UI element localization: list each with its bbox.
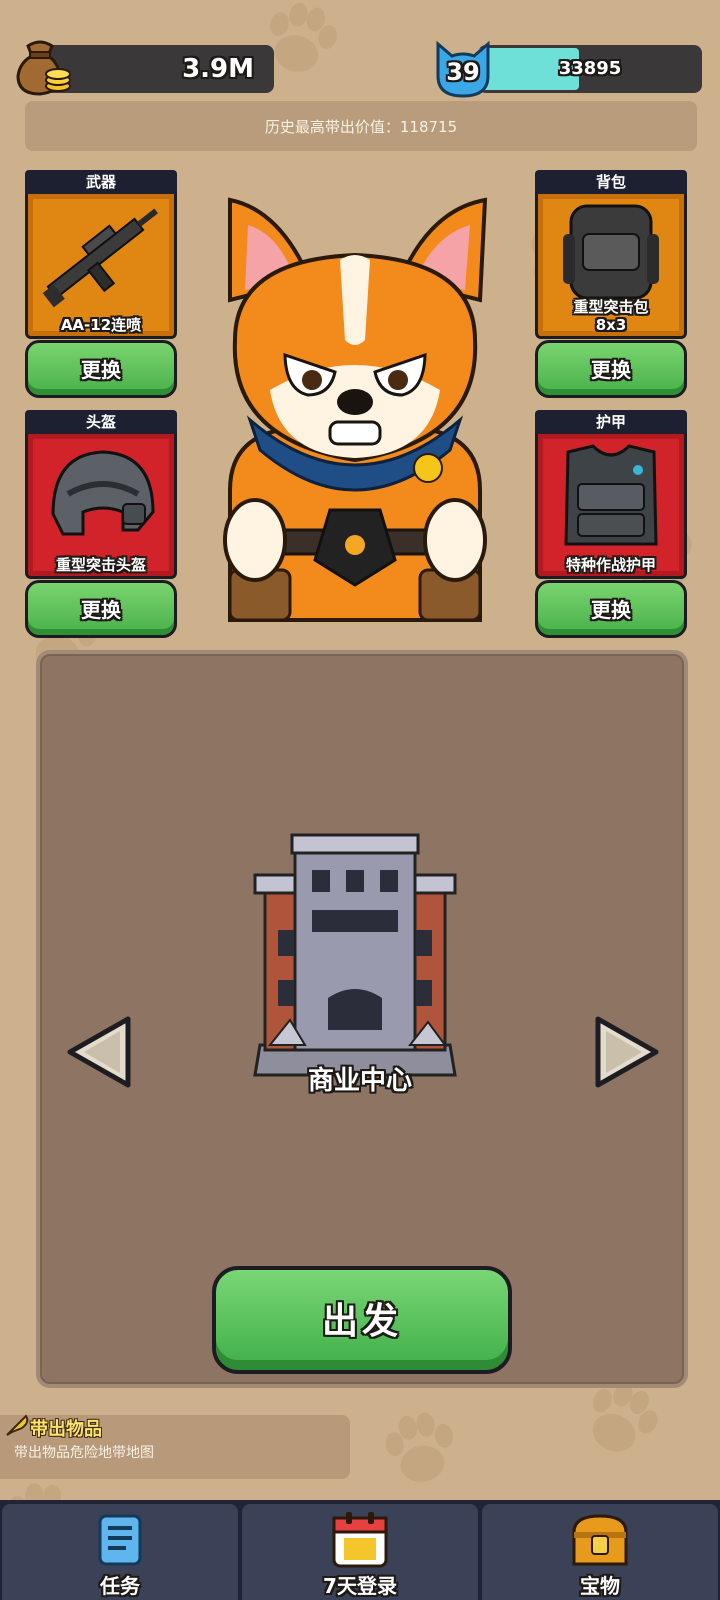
backpack-swap-label: 更换 [591, 358, 631, 382]
scroll-icon [98, 1514, 142, 1566]
coin-value: 3.9M [182, 54, 254, 84]
level-value: 39 [446, 58, 480, 86]
nav-label-treasure: 宝物 [580, 1574, 620, 1598]
weapon-slot-title: 武器 [25, 170, 177, 194]
commercial-center-building-icon[interactable] [250, 830, 460, 1080]
armor-vest-icon [564, 444, 658, 546]
best-record-text: 历史最高带出价值：118715 [264, 118, 458, 136]
previous-map-arrow-icon[interactable] [64, 1015, 134, 1089]
experience-value: 33895 [558, 58, 622, 79]
nav-label-7day-login: 7天登录 [323, 1574, 397, 1598]
weapon-item-name: AA-12连喷 [60, 316, 142, 334]
corgi-character [223, 197, 488, 622]
next-map-arrow-icon[interactable] [592, 1015, 662, 1089]
weapon-swap-button[interactable]: 更换 [25, 340, 177, 398]
nav-label-tasks: 任务 [100, 1574, 140, 1598]
backpack-item-card[interactable]: 重型突击包 8x3 [535, 194, 687, 339]
rifle-icon [42, 208, 159, 308]
armor-swap-button[interactable]: 更换 [535, 580, 687, 638]
armor-swap-label: 更换 [591, 598, 631, 622]
coin-bag-icon [16, 40, 71, 96]
helmet-swap-button[interactable]: 更换 [25, 580, 177, 638]
backpack-swap-button[interactable]: 更换 [535, 340, 687, 398]
depart-button[interactable]: 出发 [212, 1266, 512, 1374]
coin-balance-bar: 3.9M [40, 45, 274, 93]
carry-items-subtitle: 带出物品危险地带地图 [14, 1445, 154, 1461]
feather-icon [6, 1414, 29, 1436]
carry-items-title: 带出物品 [30, 1419, 102, 1440]
armor-item-name: 特种作战护甲 [565, 556, 656, 574]
treasure-chest-icon [572, 1514, 628, 1566]
backpack-slot-title: 背包 [535, 170, 687, 194]
helmet-swap-label: 更换 [81, 598, 121, 622]
bottom-navigation: 任务 7天登录 宝物 [0, 1500, 720, 1600]
armor-slot-title: 护甲 [535, 410, 687, 434]
depart-label: 出发 [321, 1301, 402, 1342]
helmet-slot-title: 头盔 [25, 410, 177, 434]
helmet-item-card[interactable]: 重型突击头盔 [25, 434, 177, 579]
experience-bar: 33895 [478, 45, 702, 93]
weapon-item-card[interactable]: AA-12连喷 [25, 194, 177, 339]
nav-item-tasks[interactable]: 任务 [2, 1504, 238, 1600]
helmet-item-name: 重型突击头盔 [55, 556, 146, 574]
calendar-icon [332, 1512, 388, 1568]
best-record-bar: 历史最高带出价值：118715 [25, 101, 697, 151]
backpack-item-name: 重型突击包 8x3 [573, 298, 649, 334]
nav-item-7day-login[interactable]: 7天登录 [242, 1504, 478, 1600]
nav-item-treasure[interactable]: 宝物 [482, 1504, 718, 1600]
helmet-icon [51, 450, 155, 536]
backpack-icon [563, 204, 659, 300]
weapon-swap-label: 更换 [81, 358, 121, 382]
armor-item-card[interactable]: 特种作战护甲 [535, 434, 687, 579]
